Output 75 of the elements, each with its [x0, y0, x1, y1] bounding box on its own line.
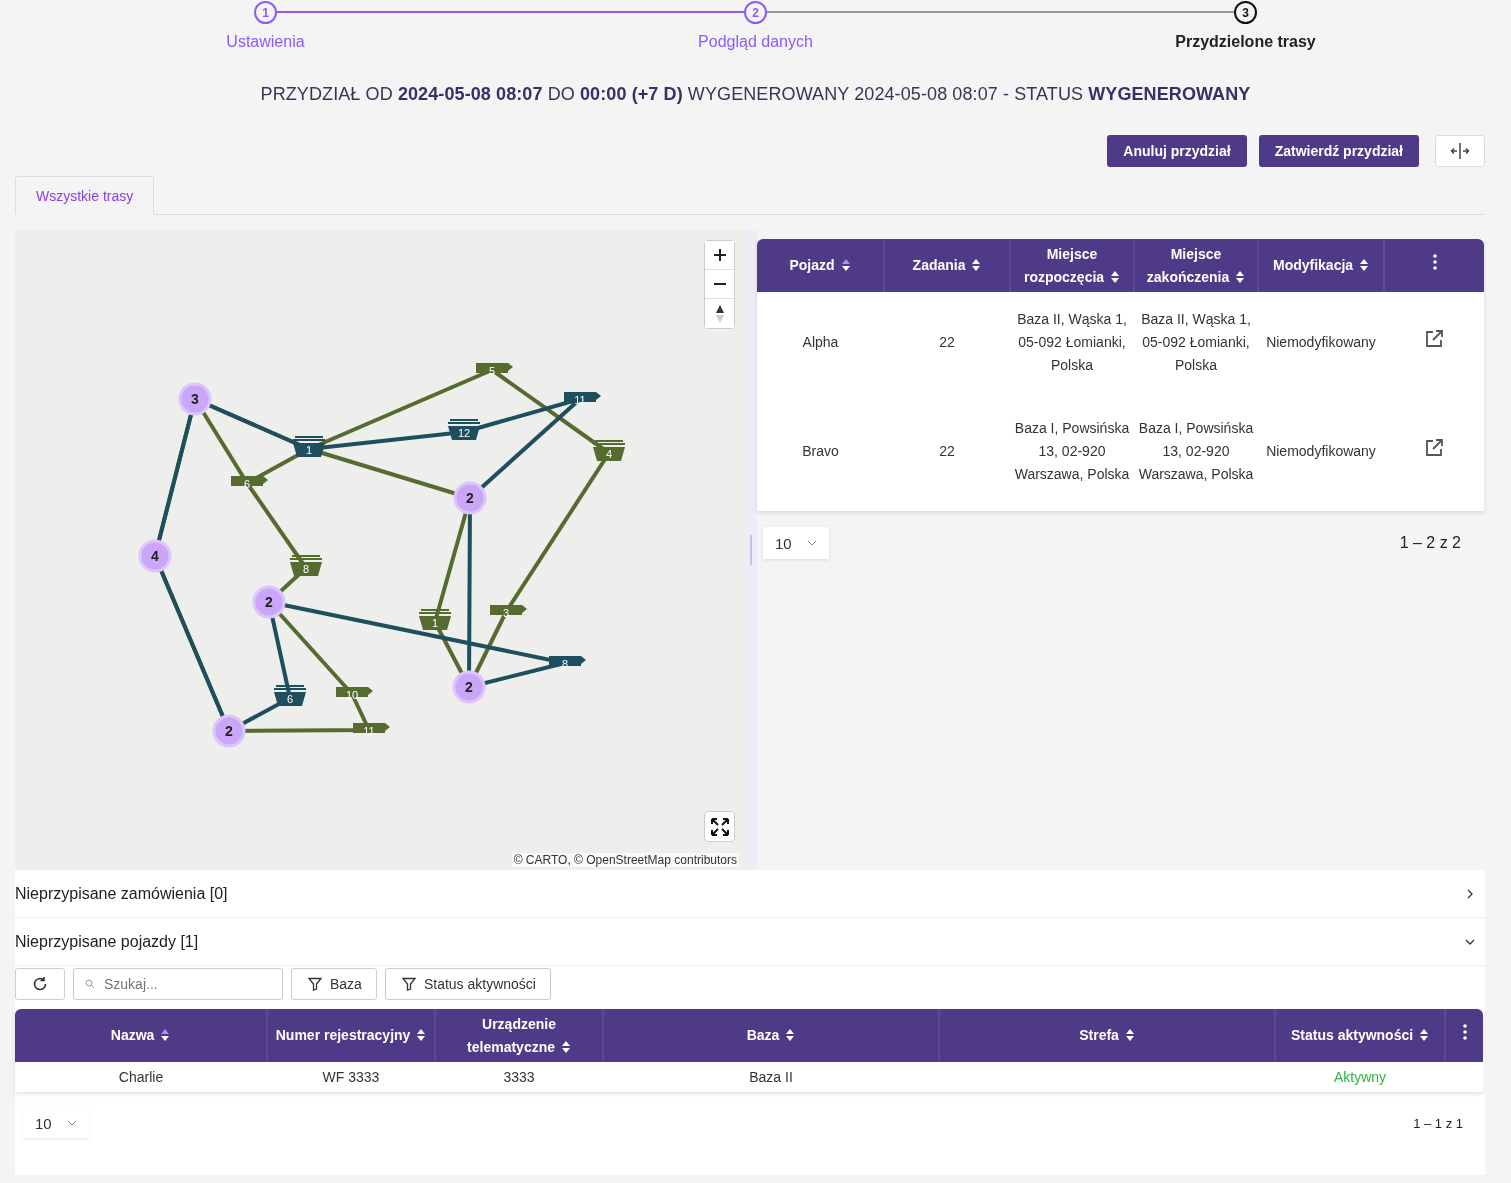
- status-text: Aktywny: [1275, 1062, 1445, 1092]
- table-cell: 22: [884, 292, 1010, 392]
- depot-marker[interactable]: 2: [453, 481, 487, 515]
- route-tab[interactable]: Wszystkie trasy: [15, 176, 155, 215]
- depot-marker[interactable]: 2: [252, 585, 286, 619]
- depot-marker[interactable]: 2: [212, 714, 246, 748]
- open-external-icon[interactable]: [1425, 439, 1443, 457]
- page-range: 1 – 1 z 1: [1413, 1115, 1463, 1131]
- filter-icon: [308, 977, 322, 991]
- filter-icon: [401, 977, 416, 991]
- stop-marker[interactable]: 12: [448, 419, 480, 440]
- fullscreen-button[interactable]: [704, 811, 735, 842]
- table-cell: 3333: [435, 1062, 603, 1092]
- page-size-select[interactable]: 10: [23, 1108, 89, 1138]
- column-header[interactable]: Strefa: [939, 1009, 1275, 1062]
- stop-marker[interactable]: 1: [419, 609, 451, 630]
- column-header[interactable]: Baza: [603, 1009, 939, 1062]
- split-view-button[interactable]: [1435, 135, 1485, 167]
- stop-marker[interactable]: 1: [293, 436, 325, 457]
- refresh-icon: [32, 976, 48, 992]
- column-header[interactable]: Modyfikacja: [1258, 239, 1384, 292]
- table-cell: Alpha: [757, 292, 884, 392]
- step-label[interactable]: Podgląd danych: [698, 33, 813, 51]
- column-header[interactable]: Status aktywności: [1275, 1009, 1445, 1062]
- chevron-right-icon[interactable]: [1465, 888, 1475, 899]
- stop-marker[interactable]: 6: [274, 685, 306, 706]
- table-cell: Charlie: [15, 1062, 267, 1092]
- step-number[interactable]: 2: [744, 1, 767, 24]
- split-view-icon: [1450, 142, 1470, 160]
- page-size-select[interactable]: 10: [763, 527, 829, 559]
- section-title[interactable]: Nieprzypisane zamówienia [0]: [15, 884, 228, 903]
- chevron-down-icon: [67, 1120, 77, 1126]
- stop-marker[interactable]: 4: [593, 440, 625, 461]
- stop-marker[interactable]: 8: [290, 555, 322, 576]
- step-label[interactable]: Ustawienia: [226, 33, 305, 51]
- depot-marker[interactable]: 3: [178, 382, 212, 416]
- column-header[interactable]: Pojazd: [757, 239, 884, 292]
- refresh-button[interactable]: [15, 968, 65, 1000]
- table-cell: Baza II, Wąska 1, 05-092 Łomianki, Polska: [1010, 292, 1134, 392]
- table-cell: WF 3333: [267, 1062, 435, 1092]
- table-cell: Baza I, Powsińska 13, 02-920 Warszawa, Polska: [1010, 392, 1134, 511]
- zoom-in-button[interactable]: [705, 241, 734, 270]
- column-header[interactable]: Numer rejestracyjny: [267, 1009, 435, 1062]
- open-external-icon[interactable]: [1425, 329, 1443, 348]
- table-cell: Baza II, Wąska 1, 05-092 Łomianki, Polska: [1134, 292, 1258, 392]
- table-cell: Bravo: [757, 392, 884, 511]
- step-number[interactable]: 1: [254, 1, 277, 24]
- depot-marker[interactable]: 2: [452, 670, 486, 704]
- search-field[interactable]: Szukaj...: [73, 968, 283, 1000]
- table-cell: Baza II: [603, 1062, 939, 1092]
- column-header[interactable]: Miejsce zakończenia: [1134, 239, 1258, 292]
- compass-icon: [714, 304, 725, 323]
- section-title[interactable]: Nieprzypisane pojazdy [1]: [15, 932, 199, 951]
- table-cell: Niemodyfikowany: [1258, 392, 1384, 511]
- filter-button[interactable]: Status aktywności: [384, 968, 551, 1000]
- page-range: 1 – 2 z 2: [1399, 534, 1461, 552]
- filter-button[interactable]: Baza: [291, 968, 377, 1000]
- assignment-summary: PRZYDZIAŁ OD 2024-05-08 08:07 DO 00:00 (+7 D) WYGENEROWANY 2024-05-08 08:07 - STATUS WYGENEROWANY: [259, 84, 1252, 105]
- depot-marker[interactable]: 4: [138, 539, 172, 573]
- action-button[interactable]: Zatwierdź przydział: [1258, 135, 1419, 167]
- map-attribution: © CARTO, © OpenStreetMap contributors: [511, 853, 739, 867]
- table-cell: 22: [884, 392, 1010, 511]
- column-header[interactable]: Zadania: [884, 239, 1010, 292]
- column-header[interactable]: Urządzenie telematyczne: [435, 1009, 603, 1062]
- column-header[interactable]: Miejsce rozpoczęcia: [1010, 239, 1134, 292]
- column-header[interactable]: Nazwa: [15, 1009, 267, 1062]
- chevron-down-icon: [807, 540, 817, 546]
- step-number[interactable]: 3: [1234, 1, 1257, 24]
- action-button[interactable]: Anuluj przydział: [1107, 135, 1247, 167]
- fullscreen-icon: [709, 816, 730, 837]
- column-menu-icon[interactable]: [1445, 1009, 1483, 1062]
- table-cell: Niemodyfikowany: [1258, 292, 1384, 392]
- table-cell: Baza I, Powsińska 13, 02-920 Warszawa, Polska: [1134, 392, 1258, 511]
- plus-icon: [713, 249, 726, 261]
- step-label[interactable]: Przydzielone trasy: [1175, 33, 1316, 51]
